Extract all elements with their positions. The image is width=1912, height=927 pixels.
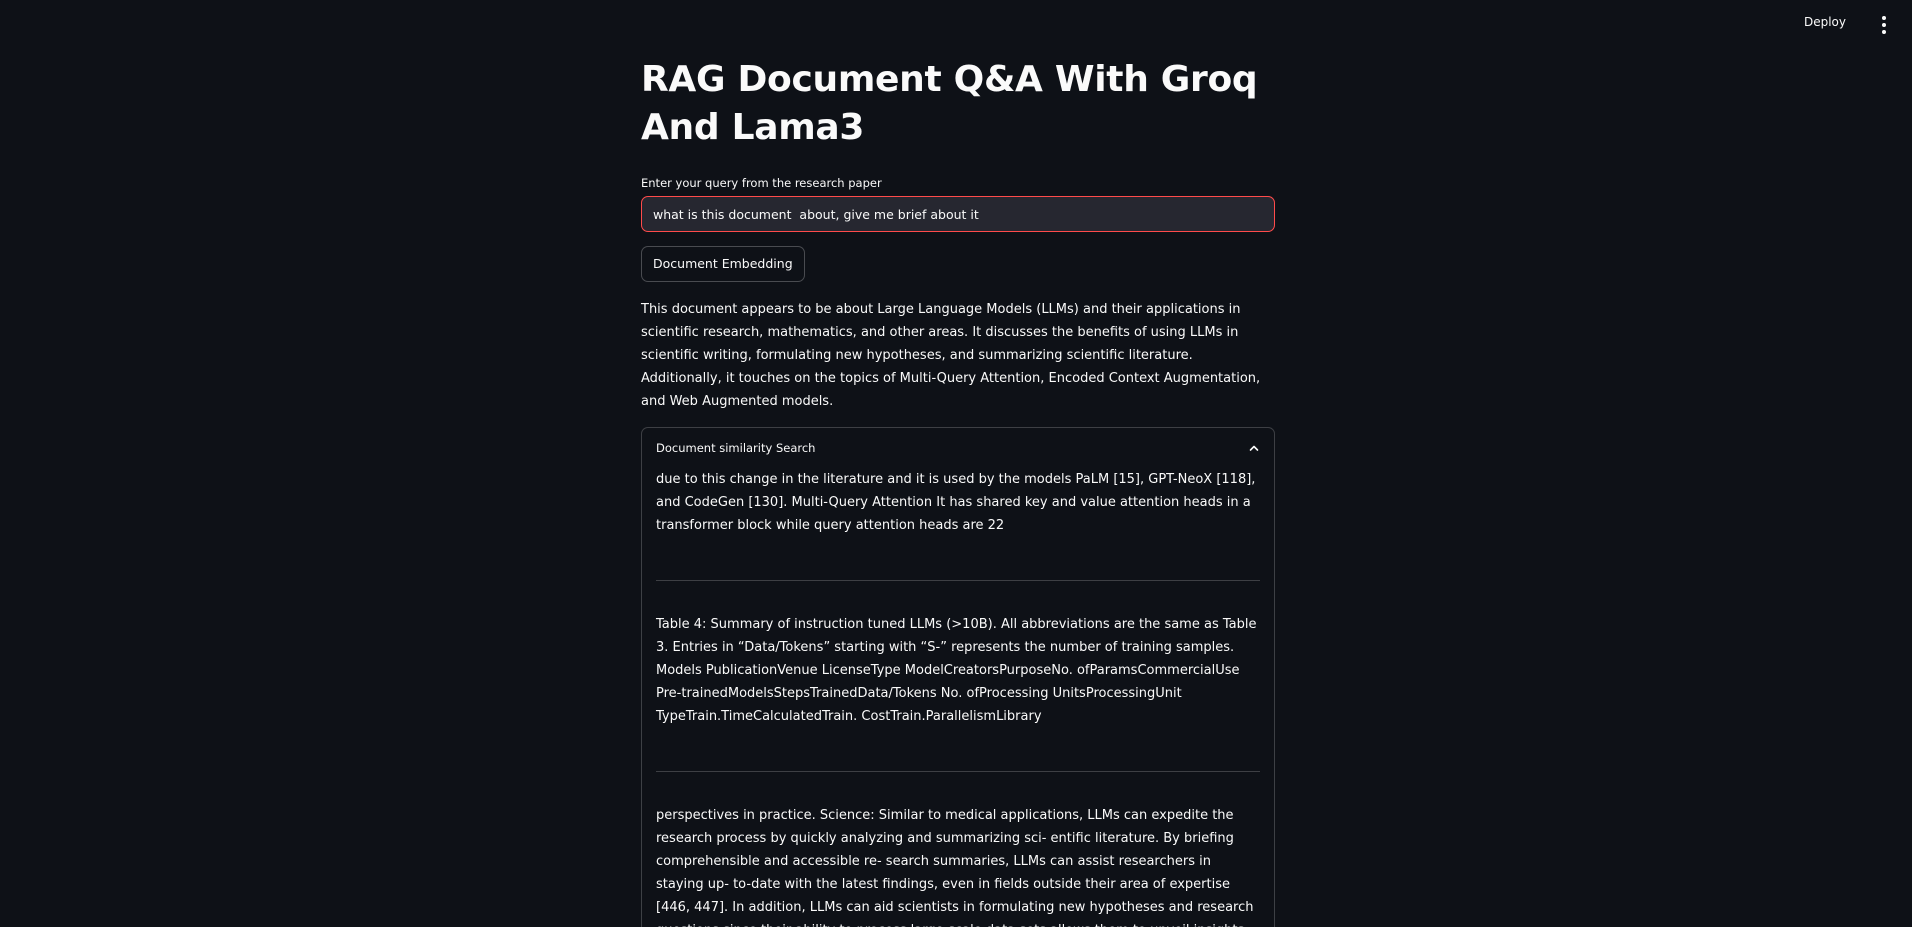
similarity-expander: Document similarity Search due to this c… — [641, 427, 1275, 927]
similarity-expander-title: Document similarity Search — [656, 441, 816, 455]
menu-dot — [1882, 30, 1886, 34]
similarity-expander-body: due to this change in the literature and… — [642, 468, 1274, 927]
document-embedding-button[interactable]: Document Embedding — [641, 246, 805, 282]
similar-document-chunk: Table 4: Summary of instruction tuned LL… — [656, 617, 1257, 724]
page-title: RAG Document Q&A With Groq And Lama3 — [641, 59, 1258, 148]
top-toolbar: Deploy — [0, 0, 1912, 52]
similar-document-chunk: perspectives in practice. Science: Simil… — [656, 808, 1254, 927]
answer-text: This document appears to be about Large … — [641, 302, 1261, 409]
query-input[interactable] — [641, 196, 1275, 232]
query-label: Enter your query from the research paper — [641, 176, 882, 190]
kebab-menu-icon[interactable] — [1878, 16, 1890, 34]
chevron-up-icon — [1249, 445, 1259, 451]
deploy-button[interactable]: Deploy — [1804, 15, 1846, 29]
similar-document-chunk: due to this change in the literature and… — [656, 472, 1256, 533]
main-content: RAG Document Q&A With Groq And Lama3 Ent… — [641, 56, 1275, 927]
chunk-divider — [656, 580, 1260, 581]
chunk-divider — [656, 771, 1260, 772]
menu-dot — [1882, 23, 1886, 27]
menu-dot — [1882, 16, 1886, 20]
similarity-expander-header[interactable]: Document similarity Search — [642, 428, 1274, 468]
